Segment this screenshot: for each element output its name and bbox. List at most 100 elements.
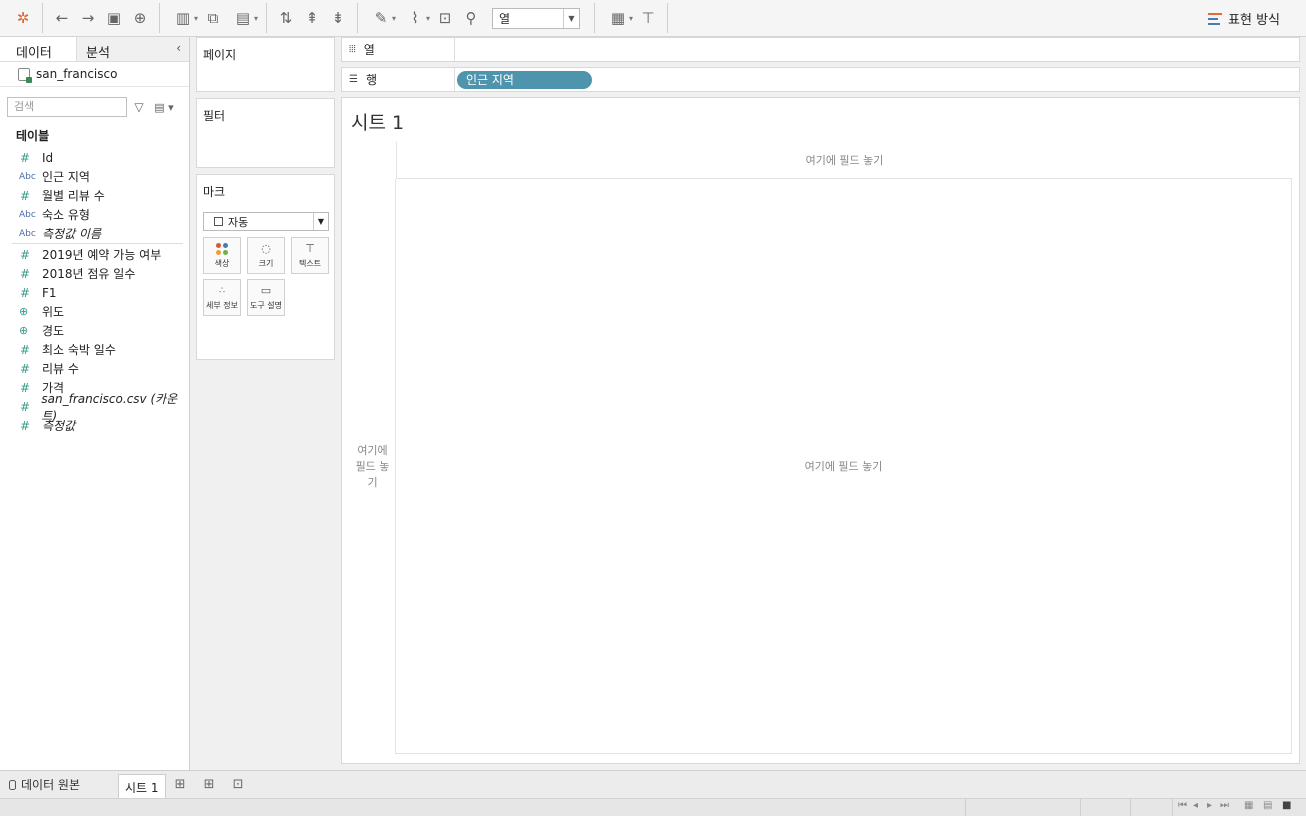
- new-dashboard-icon[interactable]: ⊞: [195, 777, 224, 792]
- number-type-icon: #: [20, 361, 31, 376]
- color-button[interactable]: 색상: [203, 237, 241, 274]
- collapse-icon[interactable]: ‹: [176, 37, 189, 61]
- drop-zone-main[interactable]: 여기에 필드 놓기: [396, 179, 1292, 754]
- datasource-name: san_francisco: [36, 67, 118, 81]
- dimension-list: # Id Abc 인근 지역 # 월별 리뷰 수 Abc 숙소 유형 Abc 측정값 이름: [0, 148, 189, 243]
- redo-icon[interactable]: →: [75, 5, 101, 31]
- status-divider: [1080, 799, 1081, 816]
- sheet-title[interactable]: 시트 1: [351, 108, 404, 135]
- highlight-icon[interactable]: ✎: [364, 5, 398, 31]
- pin-icon[interactable]: ⚲: [458, 5, 484, 31]
- labels-icon[interactable]: ⊡: [432, 5, 458, 31]
- filter-icon[interactable]: ▽: [131, 100, 147, 114]
- mark-type-select[interactable]: 자동 ▼: [203, 212, 329, 231]
- drop-zone-rows[interactable]: 여기에 필드 놓기: [350, 179, 396, 754]
- field-item[interactable]: # san_francisco.csv (카운트): [0, 392, 189, 423]
- data-pane-tabs: 데이터 분석 ‹: [0, 37, 189, 62]
- first-page-icon[interactable]: ⏮: [1178, 800, 1187, 811]
- group-icon[interactable]: ⌇: [398, 5, 432, 31]
- text-label: 텍스트: [298, 258, 322, 268]
- field-item[interactable]: #2019년 예약 가능 여부: [0, 245, 189, 264]
- fit-select[interactable]: 열 ▼: [492, 7, 580, 29]
- string-type-icon: Abc: [19, 228, 36, 239]
- field-item[interactable]: Abc 인근 지역: [0, 167, 189, 186]
- field-item[interactable]: # F1: [0, 283, 189, 302]
- undo-icon[interactable]: ←: [49, 5, 75, 31]
- toolbar-separator: [266, 3, 267, 33]
- text-button[interactable]: ⊤ 텍스트: [291, 237, 329, 274]
- pages-title: 페이지: [203, 48, 237, 62]
- swap-icon[interactable]: ⇅: [273, 5, 299, 31]
- number-type-icon: #: [20, 266, 31, 281]
- detail-button[interactable]: ∴ 세부 정보: [203, 279, 241, 316]
- tooltip-button[interactable]: ▭ 도구 설명: [247, 279, 285, 316]
- tab-analytics[interactable]: 분석: [77, 37, 154, 61]
- data-pane: 데이터 분석 ‹ san_francisco 검색 ▽ ▤ ▾ 테이블 # Id A…: [0, 37, 190, 770]
- rows-shelf[interactable]: ☰ 행 인근 지역: [341, 67, 1300, 92]
- pages-card[interactable]: 페이지: [196, 37, 335, 92]
- new-datasource-icon[interactable]: ⊕: [127, 5, 153, 31]
- last-page-icon[interactable]: ⏭: [1220, 800, 1229, 811]
- rows-pill[interactable]: 인근 지역: [457, 70, 592, 89]
- new-story-icon[interactable]: ⊡: [224, 777, 253, 792]
- grid-view-icon[interactable]: ▦: [1244, 800, 1253, 811]
- rows-shelf-label: ☰ 행: [342, 68, 455, 91]
- field-item[interactable]: # 월별 리뷰 수: [0, 186, 189, 205]
- search-input[interactable]: 검색: [7, 97, 127, 117]
- filmstrip-view-icon[interactable]: ■: [1282, 800, 1291, 811]
- view-options-icon[interactable]: ▤ ▾: [151, 101, 177, 114]
- number-type-icon: #: [20, 188, 31, 203]
- marks-card: 마크 자동 ▼ 색상 ◌ 크기 ⊤ 텍스트 ∴ 세부 정보 ▭ 도구 설명: [196, 174, 335, 360]
- chart-fit-icon[interactable]: ▦: [601, 5, 635, 31]
- prev-page-icon[interactable]: ◂: [1193, 800, 1198, 811]
- next-page-icon[interactable]: ▸: [1207, 800, 1212, 811]
- tab-data-source-label: 데이터 원본: [21, 778, 81, 792]
- sort-ascending-icon[interactable]: ⇞: [299, 5, 325, 31]
- text-icon: ⊤: [305, 241, 315, 255]
- field-name: 인근 지역: [42, 170, 90, 184]
- field-item[interactable]: Abc 측정값 이름: [0, 224, 189, 243]
- square-icon: [214, 217, 223, 226]
- new-worksheet-icon[interactable]: ▥: [166, 5, 200, 31]
- list-view-icon[interactable]: ▤: [1263, 800, 1272, 811]
- size-button[interactable]: ◌ 크기: [247, 237, 285, 274]
- field-item[interactable]: # Id: [0, 148, 189, 167]
- number-type-icon: #: [20, 399, 31, 414]
- presentation-icon[interactable]: ⊤: [635, 5, 661, 31]
- number-type-icon: #: [20, 150, 31, 165]
- drop-zone-columns[interactable]: 여기에 필드 놓기: [396, 142, 1292, 179]
- number-type-icon: #: [20, 380, 31, 395]
- tab-sheet-1[interactable]: 시트 1: [118, 773, 166, 798]
- search-row: 검색 ▽ ▤ ▾: [0, 87, 189, 117]
- new-worksheet-icon[interactable]: ⊞: [166, 777, 195, 792]
- field-item[interactable]: ⊕ 위도: [0, 302, 189, 321]
- field-item[interactable]: # 최소 숙박 일수: [0, 340, 189, 359]
- filters-title: 필터: [203, 109, 226, 123]
- tab-data[interactable]: 데이터: [0, 37, 77, 61]
- datasource-item[interactable]: san_francisco: [0, 62, 189, 87]
- toolbar-separator: [667, 3, 668, 33]
- tableau-logo-icon[interactable]: ✲: [10, 5, 36, 31]
- field-divider: [12, 243, 183, 244]
- datasource-icon: [18, 67, 32, 83]
- field-name: 숙소 유형: [42, 208, 90, 222]
- size-label: 크기: [258, 258, 274, 268]
- filters-card[interactable]: 필터: [196, 98, 335, 168]
- tab-data-source[interactable]: 데이터 원본: [0, 776, 118, 793]
- toolbar: ✲ ← → ▣ ⊕ ▥ ⧉ ▤ ⇅ ⇞ ⇟ ✎ ⌇ ⊡ ⚲ 열 ▼ ▦ ⊤ 표현…: [0, 0, 1306, 37]
- sheet-tab-bar: 데이터 원본 시트 1 ⊞ ⊞ ⊡: [0, 770, 1306, 798]
- field-item[interactable]: ⊕ 경도: [0, 321, 189, 340]
- show-me-button[interactable]: 표현 방식: [1208, 9, 1280, 28]
- field-item[interactable]: #2018년 점유 일수: [0, 264, 189, 283]
- status-bar: ⏮ ◂ ▸ ⏭ ▦ ▤ ■: [0, 798, 1306, 816]
- save-icon[interactable]: ▣: [101, 5, 127, 31]
- clear-icon[interactable]: ▤: [226, 5, 260, 31]
- columns-shelf[interactable]: ⦙⦙⦙ 열: [341, 37, 1300, 62]
- field-item[interactable]: # 리뷰 수: [0, 359, 189, 378]
- duplicate-icon[interactable]: ⧉: [200, 5, 226, 31]
- field-name: 리뷰 수: [42, 362, 79, 376]
- marks-title: 마크: [203, 185, 226, 199]
- sort-descending-icon[interactable]: ⇟: [325, 5, 351, 31]
- globe-type-icon: ⊕: [19, 305, 29, 318]
- field-item[interactable]: Abc 숙소 유형: [0, 205, 189, 224]
